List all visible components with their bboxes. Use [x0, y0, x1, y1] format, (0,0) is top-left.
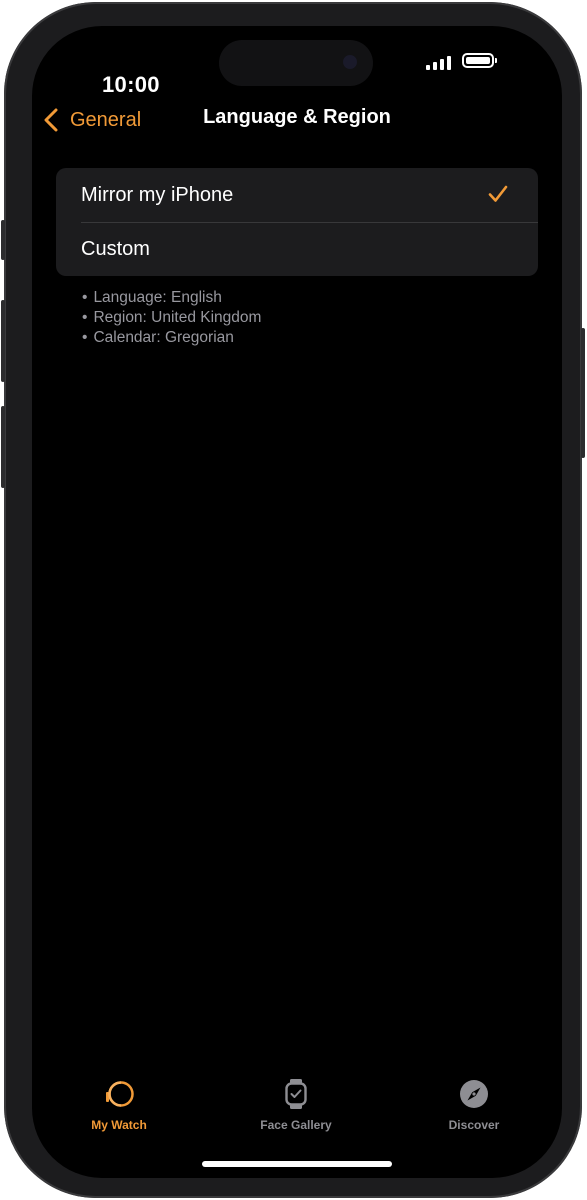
status-time: 10:00 [102, 72, 160, 97]
detail-calendar: Calendar: Gregorian [82, 328, 261, 348]
home-indicator[interactable] [202, 1161, 392, 1167]
tab-my-watch[interactable]: My Watch [49, 1078, 189, 1132]
tab-face-gallery[interactable]: Face Gallery [226, 1078, 366, 1132]
tab-label: My Watch [91, 1118, 147, 1132]
watch-icon [106, 1081, 134, 1107]
side-button [581, 328, 585, 458]
camera [343, 55, 357, 69]
tab-bar: My Watch Face Gallery Discover [32, 1078, 562, 1138]
action-button [1, 220, 5, 260]
option-label: Custom [81, 237, 150, 260]
language-options-group: Mirror my iPhone Custom [56, 168, 538, 276]
detail-language: Language: English [82, 288, 261, 308]
phone-frame: 10:00 General Language & Region Mirror m… [1, 2, 585, 1198]
volume-down-button [1, 406, 5, 488]
watch-face-icon [285, 1079, 307, 1109]
tab-label: Discover [448, 1118, 500, 1132]
checkmark-icon [488, 185, 508, 202]
option-custom[interactable]: Custom [56, 222, 538, 276]
cellular-signal-icon [426, 56, 451, 70]
option-mirror-iphone[interactable]: Mirror my iPhone [56, 168, 538, 222]
volume-up-button [1, 300, 5, 382]
tab-discover[interactable]: Discover [404, 1078, 544, 1132]
compass-icon [460, 1080, 488, 1108]
detail-region: Region: United Kingdom [82, 308, 261, 328]
page-title: Language & Region [203, 106, 391, 128]
settings-details: Language: English Region: United Kingdom… [82, 288, 261, 348]
option-label: Mirror my iPhone [81, 183, 234, 206]
battery-icon [462, 53, 497, 68]
screen: 10:00 General Language & Region Mirror m… [32, 26, 562, 1178]
tab-label: Face Gallery [260, 1118, 332, 1132]
dynamic-island [219, 40, 373, 86]
